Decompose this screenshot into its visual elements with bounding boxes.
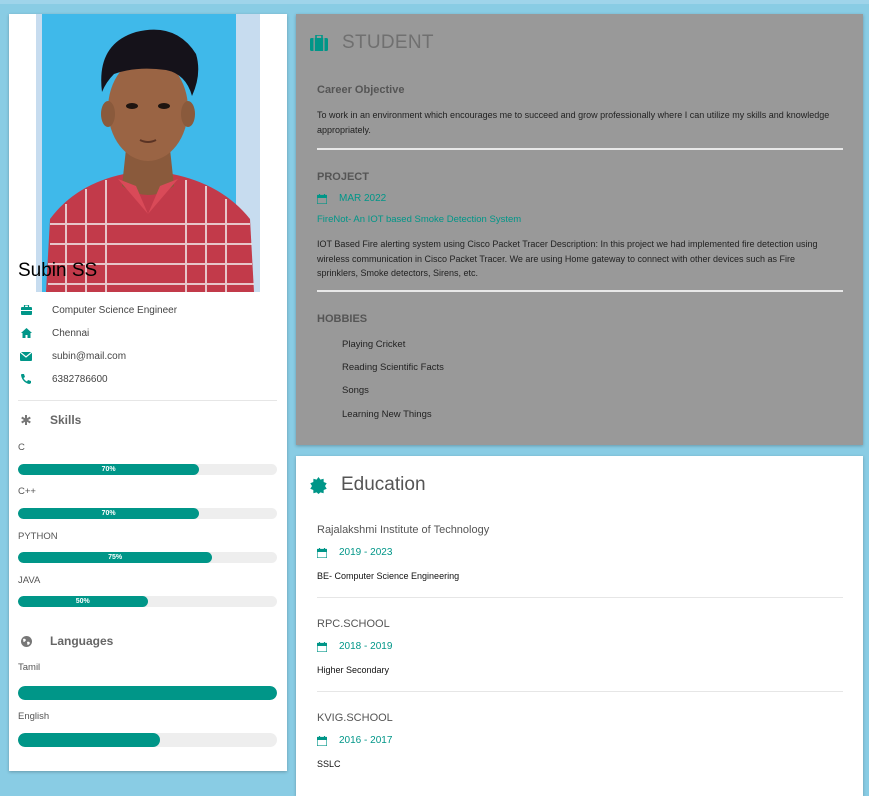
role-row: Computer Science Engineer xyxy=(18,301,177,319)
profile-card: Subin SS Computer Science Engineer Chenn… xyxy=(9,14,287,771)
skill-bar-java: 50% xyxy=(18,596,277,607)
education-card: Education Rajalakshmi Institute of Techn… xyxy=(296,456,863,796)
project-heading: PROJECT xyxy=(317,171,369,183)
location-text: Chennai xyxy=(52,327,90,339)
education-school: Rajalakshmi Institute of Technology xyxy=(317,524,490,536)
education-years: 2016 - 2017 xyxy=(339,735,393,746)
education-degree: Higher Secondary xyxy=(317,665,390,675)
certificate-icon xyxy=(310,476,327,494)
calendar-icon xyxy=(317,547,327,558)
education-years-row: 2018 - 2019 xyxy=(317,641,392,652)
language-bar-tamil xyxy=(18,686,277,700)
language-bar-english xyxy=(18,733,277,747)
objective-text: To work in an environment which encourag… xyxy=(317,110,830,135)
student-card: STUDENT Career Objective To work in an e… xyxy=(296,14,863,445)
language-label: English xyxy=(18,711,50,722)
education-divider xyxy=(317,597,843,598)
skill-bar-c: 70% xyxy=(18,464,277,475)
project-divider xyxy=(317,290,843,292)
phone-text[interactable]: 6382786600 xyxy=(52,374,108,385)
skills-title: Skills xyxy=(50,413,82,427)
education-years: 2018 - 2019 xyxy=(339,641,393,652)
skill-label: C++ xyxy=(18,486,36,497)
home-icon xyxy=(18,328,34,338)
education-degree: BE- Computer Science Engineering xyxy=(317,571,460,581)
hobby-item: Learning New Things xyxy=(342,409,432,420)
email-text[interactable]: subin@mail.com xyxy=(52,351,126,362)
language-bar-fill xyxy=(18,686,277,700)
skill-label: C xyxy=(18,442,25,453)
language-label: Tamil xyxy=(18,662,41,673)
calendar-icon xyxy=(317,735,327,746)
education-years-row: 2019 - 2023 xyxy=(317,547,392,558)
top-strip xyxy=(0,0,869,4)
skill-bar-cpp: 70% xyxy=(18,508,277,519)
profile-divider xyxy=(18,400,277,401)
student-heading: STUDENT xyxy=(310,32,434,54)
education-degree: SSLC xyxy=(317,759,341,769)
project-date: MAR 2022 xyxy=(339,193,387,204)
profile-name: Subin SS xyxy=(18,260,98,281)
education-divider xyxy=(317,691,843,692)
languages-heading: Languages xyxy=(18,634,113,648)
calendar-icon xyxy=(317,641,327,652)
briefcase-icon xyxy=(18,305,34,315)
skill-bar-fill: 70% xyxy=(18,464,200,475)
profile-photo xyxy=(36,14,260,292)
hobby-item: Reading Scientific Facts xyxy=(342,362,444,373)
email-row: subin@mail.com xyxy=(18,347,126,365)
project-title: FireNot- An IOT based Smoke Detection Sy… xyxy=(317,214,522,225)
hobbies-heading: HOBBIES xyxy=(317,313,368,325)
education-school: KVIG.SCHOOL xyxy=(317,712,393,724)
project-date-row: MAR 2022 xyxy=(317,193,386,204)
education-title: Education xyxy=(341,474,426,495)
phone-icon xyxy=(18,374,34,384)
languages-title: Languages xyxy=(50,634,114,648)
education-heading: Education xyxy=(310,474,426,496)
suitcase-icon xyxy=(310,35,328,51)
skill-bar-python: 75% xyxy=(18,552,277,563)
student-title: STUDENT xyxy=(342,32,434,53)
phone-row: 6382786600 xyxy=(18,370,108,388)
role-text: Computer Science Engineer xyxy=(52,304,178,316)
language-bar-fill xyxy=(18,733,161,747)
skill-bar-fill: 70% xyxy=(18,508,200,519)
location-row: Chennai xyxy=(18,324,89,342)
calendar-icon xyxy=(317,193,327,204)
skills-heading: Skills xyxy=(18,413,81,427)
hobby-item: Playing Cricket xyxy=(342,339,406,350)
education-school: RPC.SCHOOL xyxy=(317,618,390,630)
education-years: 2019 - 2023 xyxy=(339,547,393,558)
skill-bar-fill: 50% xyxy=(18,596,148,607)
envelope-icon xyxy=(18,351,34,361)
hobby-item: Songs xyxy=(342,385,369,396)
education-years-row: 2016 - 2017 xyxy=(317,735,392,746)
project-description: IOT Based Fire alerting system using Cis… xyxy=(317,239,818,278)
asterisk-icon xyxy=(18,415,34,425)
skill-bar-fill: 75% xyxy=(18,552,213,563)
objective-heading: Career Objective xyxy=(317,84,405,96)
objective-divider xyxy=(317,148,843,150)
globe-icon xyxy=(18,635,34,647)
skill-label: PYTHON xyxy=(18,531,58,542)
skill-label: JAVA xyxy=(18,575,41,586)
